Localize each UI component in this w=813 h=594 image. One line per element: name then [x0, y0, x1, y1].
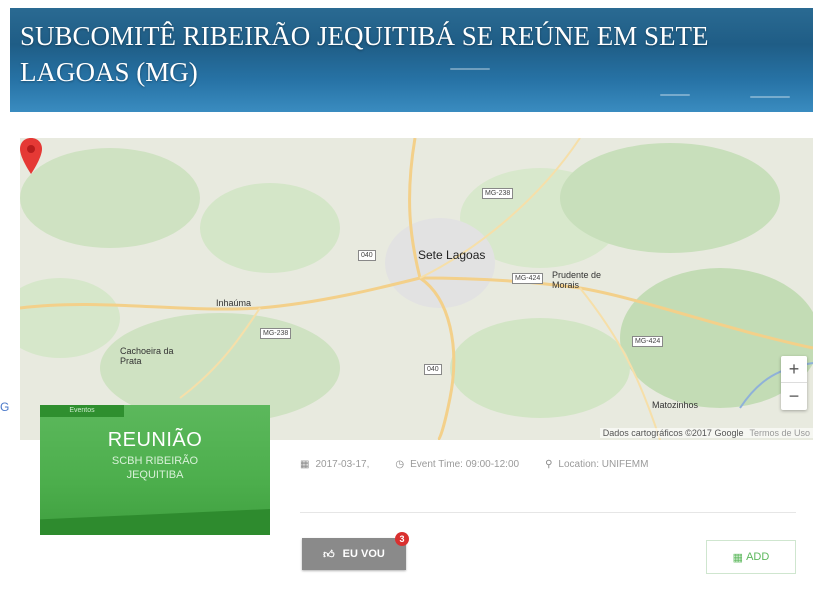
road-shield: 040: [358, 250, 376, 261]
map-marker-icon: ⚲: [545, 458, 553, 470]
event-card[interactable]: Eventos REUNIÃO SCBH RIBEIRÃO JEQUITIBA: [40, 405, 270, 535]
map-attribution: Dados cartográficos ©2017 Google Termos d…: [599, 428, 813, 438]
calendar-icon: ▦: [300, 458, 310, 470]
attendee-count-badge: 3: [395, 532, 409, 546]
add-to-calendar-button[interactable]: ▦ ADD: [706, 540, 796, 574]
event-card-title: REUNIÃO: [107, 429, 203, 451]
category-tag: Eventos: [40, 405, 124, 417]
google-logo: G: [0, 400, 10, 414]
add-label: ADD: [746, 551, 770, 563]
map-city-label: Inhaúma: [216, 298, 252, 308]
zoom-in-button[interactable]: +: [781, 356, 807, 383]
road-shield: MG-238: [260, 328, 292, 339]
map-data-credit: Dados cartográficos ©2017 Google: [602, 428, 744, 438]
attend-button[interactable]: 👍︎ EU VOU: [302, 538, 406, 570]
banner-wave: [660, 94, 690, 96]
location-pin-icon[interactable]: [20, 138, 42, 174]
subtitle-line: SCBH RIBEIRÃO: [111, 455, 199, 467]
location-map[interactable]: Sete Lagoas Prudente de Morais Inhaúma C…: [20, 138, 813, 440]
calendar-add-icon: ▦: [732, 551, 744, 564]
attend-label: EU VOU: [342, 548, 385, 560]
header-banner: SUBCOMITÊ RIBEIRÃO JEQUITIBÁ SE REÚNE EM…: [10, 8, 813, 112]
road-shield: MG-424: [512, 273, 544, 284]
event-location: Location: UNIFEMM: [558, 458, 649, 470]
event-card-subtitle: SCBH RIBEIRÃO JEQUITIBA: [40, 454, 270, 482]
road-shield: 040: [424, 364, 442, 375]
map-terrain: [20, 138, 813, 440]
clock-icon: ◷: [395, 458, 405, 470]
card-decor-band: [40, 509, 270, 535]
banner-wave: [750, 96, 790, 98]
thumbs-up-icon: 👍︎: [323, 548, 335, 561]
map-zoom-control: + −: [781, 356, 807, 410]
event-date: 2017-03-17,: [315, 458, 370, 470]
event-page: SUBCOMITÊ RIBEIRÃO JEQUITIBÁ SE REÚNE EM…: [0, 0, 813, 594]
map-city-label: Sete Lagoas: [418, 248, 486, 262]
event-time: Event Time: 09:00-12:00: [410, 458, 520, 470]
map-terms-link[interactable]: Termos de Uso: [749, 428, 810, 438]
road-shield: MG-238: [482, 188, 514, 199]
event-meta: ▦ 2017-03-17, ◷ Event Time: 09:00-12:00 …: [300, 456, 648, 472]
divider: [300, 512, 796, 513]
zoom-out-button[interactable]: −: [781, 383, 807, 410]
road-shield: MG-424: [632, 336, 664, 347]
page-title: SUBCOMITÊ RIBEIRÃO JEQUITIBÁ SE REÚNE EM…: [20, 21, 709, 87]
map-city-label: Cachoeira da Prata: [120, 346, 174, 366]
subtitle-line: JEQUITIBA: [126, 469, 184, 481]
map-city-label: Matozinhos: [652, 400, 699, 410]
map-city-label: Prudente de Morais: [552, 270, 602, 290]
